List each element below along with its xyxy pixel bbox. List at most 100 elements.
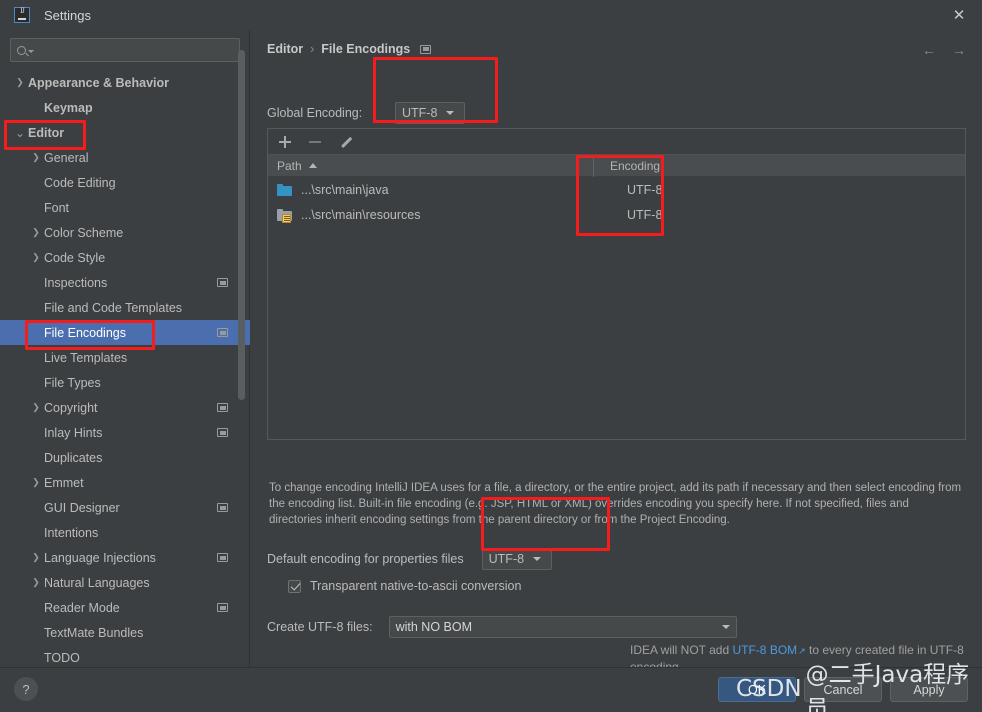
cancel-button[interactable]: Cancel — [804, 677, 882, 702]
sidebar-item-label: File and Code Templates — [44, 300, 183, 315]
folder-blue-icon — [277, 183, 292, 196]
project-scope-icon — [217, 328, 228, 337]
sidebar-item-file-encodings[interactable]: File Encodings — [0, 320, 250, 345]
apply-button[interactable]: Apply — [890, 677, 968, 702]
sidebar-item-appearance-behavior[interactable]: ❯ Appearance & Behavior — [0, 70, 250, 95]
chevron-right-icon: ❯ — [32, 227, 40, 237]
file-encodings-panel: Editor › File Encodings ← → Global Encod… — [251, 30, 982, 674]
sidebar-item-inlay-hints[interactable]: Inlay Hints — [0, 420, 250, 445]
chevron-right-icon: ❯ — [32, 477, 40, 487]
dialog-buttons: OK Cancel Apply — [718, 677, 968, 702]
sidebar-item-file-and-code-templates[interactable]: File and Code Templates — [0, 295, 250, 320]
sidebar-item-label: Inlay Hints — [44, 425, 103, 440]
breadcrumb: Editor › File Encodings — [267, 42, 432, 56]
remove-icon[interactable] — [307, 134, 323, 150]
project-scope-icon — [217, 403, 228, 412]
properties-encoding-dropdown[interactable]: UTF-8 — [481, 548, 552, 570]
sidebar-item-label: Code Editing — [44, 175, 116, 190]
sidebar-item-label: Natural Languages — [44, 575, 150, 590]
chevron-right-icon: ❯ — [32, 152, 40, 162]
sidebar-item-code-editing[interactable]: Code Editing — [0, 170, 250, 195]
search-box[interactable] — [10, 38, 240, 62]
create-utf8-row: Create UTF-8 files: with NO BOM — [267, 616, 737, 638]
sidebar-item-label: Live Templates — [44, 350, 128, 365]
sidebar-item-intentions[interactable]: Intentions — [0, 520, 250, 545]
search-input[interactable] — [38, 42, 239, 58]
sidebar-item-label: Copyright — [44, 400, 98, 415]
properties-encoding-label: Default encoding for properties files — [267, 552, 464, 566]
sidebar-item-keymap[interactable]: Keymap — [0, 95, 250, 120]
sidebar-item-label: File Types — [44, 375, 101, 390]
sidebar-item-todo[interactable]: TODO — [0, 645, 250, 667]
sidebar-item-emmet[interactable]: ❯ Emmet — [0, 470, 250, 495]
sidebar-item-inspections[interactable]: Inspections — [0, 270, 250, 295]
sidebar-item-label: Reader Mode — [44, 600, 120, 615]
sidebar-item-label: TextMate Bundles — [44, 625, 144, 640]
table-cell-path: ...\src\main\resources — [268, 208, 593, 223]
window-title: Settings — [44, 7, 91, 23]
sidebar-item-editor[interactable]: ⌄ Editor — [0, 120, 250, 145]
create-utf8-dropdown[interactable]: with NO BOM — [388, 616, 737, 638]
utf8-bom-link[interactable]: UTF-8 BOM — [732, 643, 797, 657]
close-icon[interactable]: ✕ — [936, 0, 982, 30]
table-cell-path-text: ...\src\main\java — [301, 182, 389, 197]
breadcrumb-root[interactable]: Editor — [267, 42, 303, 56]
sidebar-item-gui-designer[interactable]: GUI Designer — [0, 495, 250, 520]
table-row[interactable]: ...\src\main\java UTF-8 — [268, 177, 965, 202]
sidebar-item-code-style[interactable]: ❯ Code Style — [0, 245, 250, 270]
chevron-down-icon — [446, 111, 455, 115]
sidebar-item-label: Duplicates — [44, 450, 103, 465]
sidebar-item-natural-languages[interactable]: ❯ Natural Languages — [0, 570, 250, 595]
forward-arrow-icon[interactable]: → — [952, 42, 966, 58]
table-toolbar — [268, 129, 965, 155]
table-cell-encoding[interactable]: UTF-8 — [593, 208, 662, 222]
project-scope-icon — [217, 603, 228, 612]
sidebar-item-label: Color Scheme — [44, 225, 124, 240]
sidebar-item-label: Code Style — [44, 250, 106, 265]
add-icon[interactable] — [277, 134, 293, 150]
back-arrow-icon[interactable]: ← — [922, 42, 936, 58]
properties-encoding-value: UTF-8 — [488, 552, 525, 566]
sidebar-item-copyright[interactable]: ❯ Copyright — [0, 395, 250, 420]
sidebar-scrollbar[interactable] — [238, 50, 245, 400]
sidebar-item-label: Font — [44, 200, 70, 215]
project-scope-icon — [420, 44, 432, 54]
title-bar: Settings ✕ — [0, 0, 982, 30]
sidebar-item-general[interactable]: ❯ General — [0, 145, 250, 170]
global-encoding-row: Global Encoding: UTF-8 — [267, 102, 465, 124]
table-row[interactable]: ...\src\main\resources UTF-8 — [268, 202, 965, 227]
sidebar-item-label: Inspections — [44, 275, 108, 290]
sidebar-item-duplicates[interactable]: Duplicates — [0, 445, 250, 470]
search-container — [0, 30, 249, 66]
chevron-right-icon: ❯ — [16, 77, 24, 87]
dialog-content: ❯ Appearance & Behavior Keymap ⌄ Editor ❯ Gene… — [0, 30, 982, 674]
transparent-conversion-checkbox[interactable] — [288, 579, 301, 593]
hint-prefix: IDEA will NOT add — [630, 643, 733, 657]
sidebar-item-font[interactable]: Font — [0, 195, 250, 220]
chevron-down-icon — [28, 50, 34, 53]
search-icon — [17, 45, 26, 55]
sidebar-item-label: Language Injections — [44, 550, 156, 565]
table-cell-encoding[interactable]: UTF-8 — [593, 183, 662, 197]
sidebar-item-live-templates[interactable]: Live Templates — [0, 345, 250, 370]
help-icon[interactable]: ? — [14, 677, 38, 701]
sidebar-item-reader-mode[interactable]: Reader Mode — [0, 595, 250, 620]
column-header-encoding[interactable]: Encoding — [594, 159, 660, 173]
settings-sidebar: ❯ Appearance & Behavior Keymap ⌄ Editor ❯ Gene… — [0, 30, 250, 667]
chevron-right-icon: ❯ — [32, 552, 40, 562]
sidebar-item-textmate-bundles[interactable]: TextMate Bundles — [0, 620, 250, 645]
sidebar-item-label: File Encodings — [44, 325, 126, 340]
global-encoding-dropdown[interactable]: UTF-8 — [395, 102, 465, 124]
edit-icon[interactable] — [337, 134, 353, 150]
sidebar-item-label: Emmet — [44, 475, 84, 490]
column-header-path[interactable]: Path — [268, 159, 593, 173]
sidebar-item-file-types[interactable]: File Types — [0, 370, 250, 395]
project-scope-icon — [217, 428, 228, 437]
encodings-table: Path Encoding ...\src\main\java UTF-8 ...\… — [267, 128, 966, 440]
sidebar-item-language-injections[interactable]: ❯ Language Injections — [0, 545, 250, 570]
sidebar-item-color-scheme[interactable]: ❯ Color Scheme — [0, 220, 250, 245]
breadcrumb-separator: › — [310, 42, 315, 56]
global-encoding-label: Global Encoding: — [267, 106, 363, 120]
ok-button[interactable]: OK — [718, 677, 796, 702]
table-body: ...\src\main\java UTF-8 ...\src\main\resou… — [268, 177, 965, 227]
